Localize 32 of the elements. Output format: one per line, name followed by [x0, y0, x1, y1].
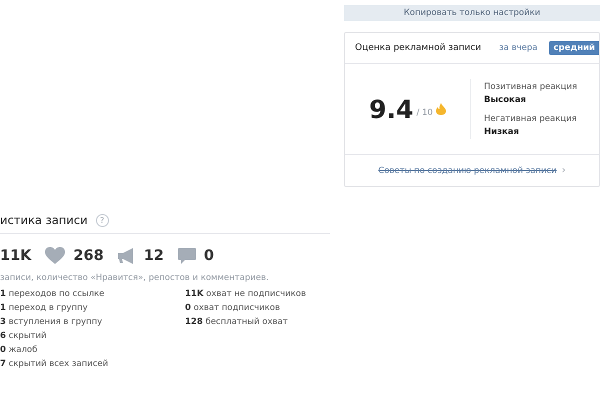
tips-link[interactable]: Советы по созданию рекламной записи: [378, 166, 557, 176]
reaction-label: Позитивная реакция: [484, 82, 578, 92]
period-tab[interactable]: за вчера: [495, 41, 542, 55]
comment-icon: [178, 248, 196, 264]
stat-line: 3 вступления в группу: [0, 317, 102, 328]
help-icon[interactable]: ?: [96, 214, 109, 226]
stat-line: 0 жалоб: [0, 345, 38, 356]
stat-line: 1 переход в группу: [0, 303, 88, 314]
card-title: Оценка рекламной записи: [355, 43, 482, 53]
counter-value: 0: [204, 248, 214, 264]
stat-line: 11K охват не подписчиков: [185, 289, 306, 300]
counter-value: 12: [144, 248, 164, 264]
stat-line: 0 охват подписчиков: [185, 303, 280, 314]
section-title: истика записи: [0, 213, 88, 227]
counter-value: 11K: [0, 248, 32, 264]
score-value: 9.4: [369, 94, 414, 124]
period-tab[interactable]: средний: [549, 41, 599, 55]
copy-settings-button[interactable]: Копировать только настройки: [344, 5, 600, 21]
fire-icon: [436, 103, 446, 115]
reaction-value: Низкая: [484, 126, 520, 136]
stat-line: 1 переходов по ссылке: [0, 289, 104, 300]
reaction-label: Негативная реакция: [484, 114, 578, 124]
description-text: записи, количество «Нравится», репостов и комментариев.: [0, 273, 270, 283]
counter-value: 268: [73, 248, 104, 264]
score-max: / 10: [416, 108, 433, 118]
stat-line: 7 скрытий всех записей: [0, 359, 108, 370]
stat-line: 128 бесплатный охват: [185, 317, 288, 328]
heart-icon: [45, 247, 66, 265]
megaphone-icon: [118, 248, 136, 264]
chevron-icon: ›: [562, 165, 566, 176]
reaction-value: Высокая: [484, 94, 528, 104]
stat-line: 6 скрытий: [0, 331, 47, 342]
